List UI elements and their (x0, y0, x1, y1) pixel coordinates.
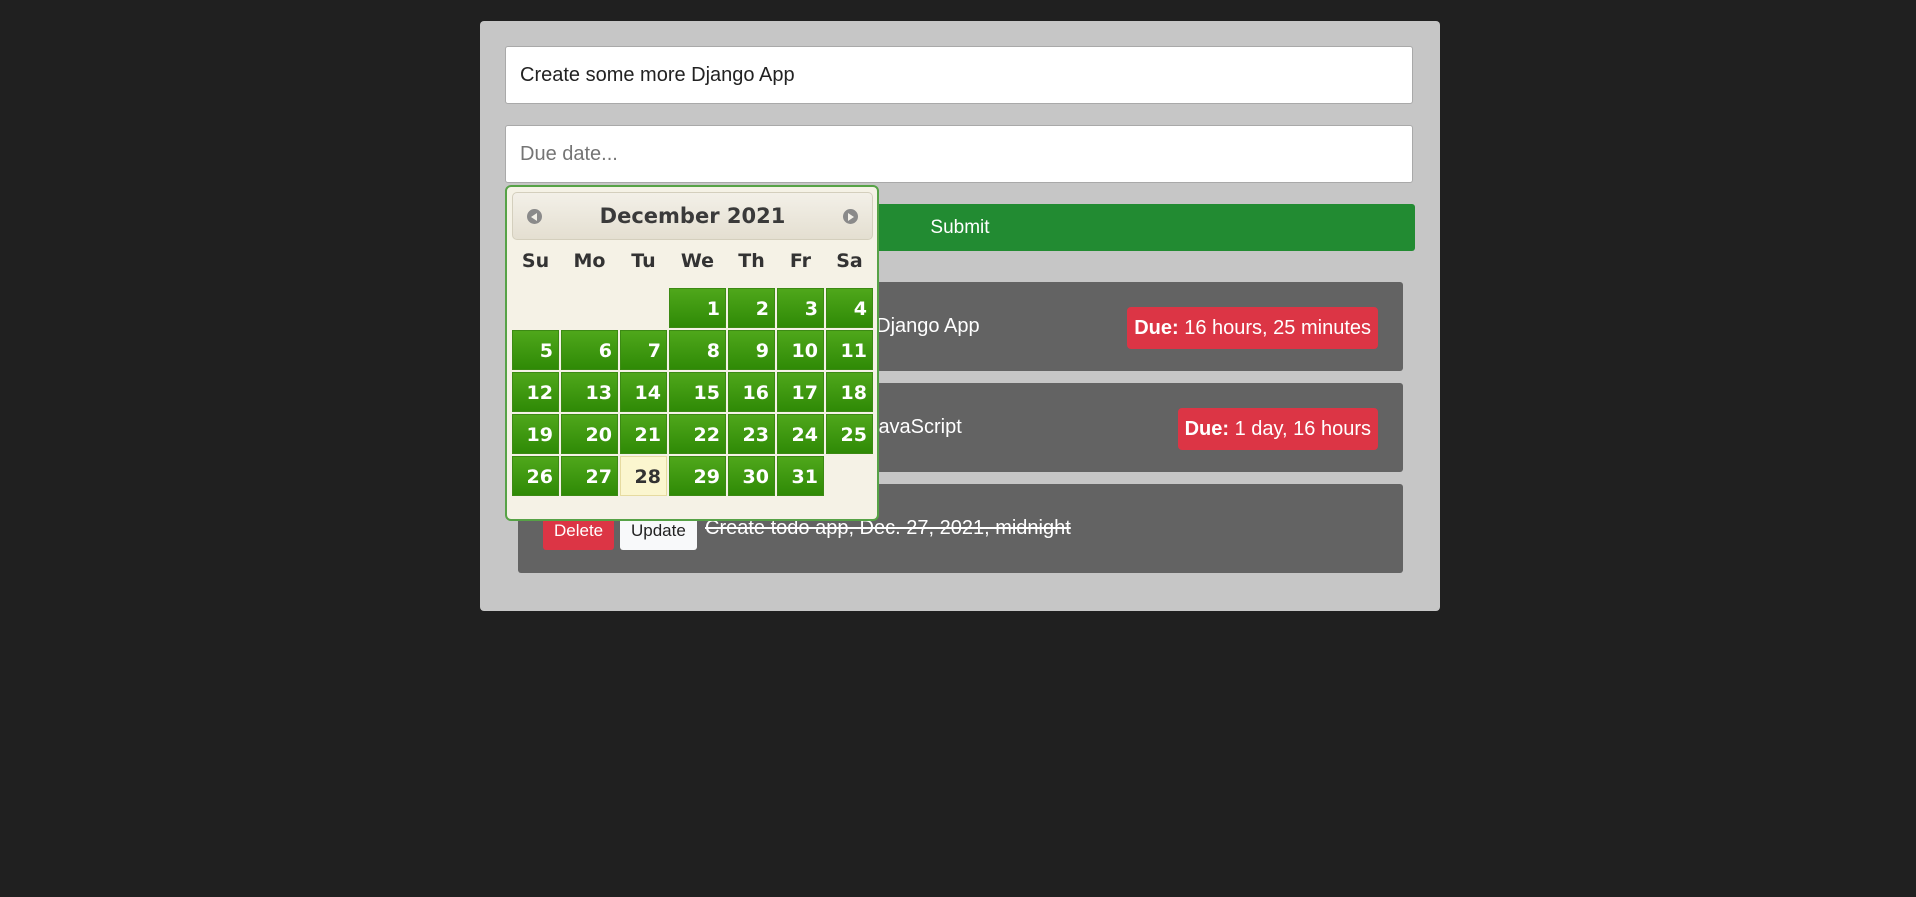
due-label: Due: (1184, 418, 1230, 440)
calendar-day[interactable]: 26 (512, 456, 559, 496)
title-input[interactable] (505, 46, 1413, 104)
calendar-day[interactable]: 16 (728, 372, 775, 412)
calendar-day[interactable]: 6 (561, 330, 618, 370)
weekday-header: Su (521, 250, 550, 272)
calendar-day[interactable]: 28 (620, 456, 667, 496)
due-badge: Due: 16 hours, 25 minutes (1127, 307, 1378, 349)
calendar-day[interactable]: 24 (777, 414, 824, 454)
due-label: Due: (1134, 317, 1179, 339)
calendar-day[interactable]: 23 (728, 414, 775, 454)
calendar-day[interactable]: 27 (561, 456, 618, 496)
calendar-day[interactable]: 20 (561, 414, 618, 454)
calendar-day[interactable]: 15 (669, 372, 726, 412)
weekday-header: Fr (789, 250, 812, 272)
calendar-day[interactable]: 8 (669, 330, 726, 370)
calendar-day[interactable]: 30 (728, 456, 775, 496)
calendar-day[interactable]: 13 (561, 372, 618, 412)
calendar-day[interactable]: 18 (826, 372, 873, 412)
datepicker-month-title: December 2021 (599, 204, 786, 228)
weekday-header: Sa (836, 250, 863, 272)
calendar-day[interactable]: 17 (777, 372, 824, 412)
calendar-day[interactable]: 2 (728, 288, 775, 328)
weekday-header: We (680, 250, 715, 272)
due-value: 1 day, 16 hours (1234, 418, 1371, 440)
next-month-icon[interactable] (843, 209, 858, 224)
due-value: 16 hours, 25 minutes (1184, 317, 1371, 339)
calendar-day[interactable]: 3 (777, 288, 824, 328)
calendar-day[interactable]: 31 (777, 456, 824, 496)
datepicker-popup: December 2021 Su Mo Tu We Th Fr Sa 1 2 3 4 5 6 7 8 9 10 1… (505, 185, 879, 521)
calendar-day[interactable]: 12 (512, 372, 559, 412)
calendar-day[interactable]: 22 (669, 414, 726, 454)
calendar-day[interactable]: 7 (620, 330, 667, 370)
calendar-day[interactable]: 11 (826, 330, 873, 370)
weekday-header: Tu (631, 250, 656, 272)
calendar-day[interactable]: 29 (669, 456, 726, 496)
calendar-day[interactable]: 14 (620, 372, 667, 412)
calendar-day[interactable]: 9 (728, 330, 775, 370)
calendar-day[interactable]: 21 (620, 414, 667, 454)
calendar-day[interactable]: 4 (826, 288, 873, 328)
calendar-day[interactable]: 10 (777, 330, 824, 370)
due-date-input[interactable] (505, 125, 1413, 183)
calendar-day[interactable]: 25 (826, 414, 873, 454)
calendar-day[interactable]: 5 (512, 330, 559, 370)
calendar-day[interactable]: 1 (669, 288, 726, 328)
weekday-header: Mo (573, 250, 606, 272)
datepicker-header: December 2021 (512, 192, 873, 240)
due-badge: Due: 1 day, 16 hours (1177, 408, 1378, 450)
calendar-day[interactable]: 19 (512, 414, 559, 454)
weekday-header: Th (738, 250, 765, 272)
